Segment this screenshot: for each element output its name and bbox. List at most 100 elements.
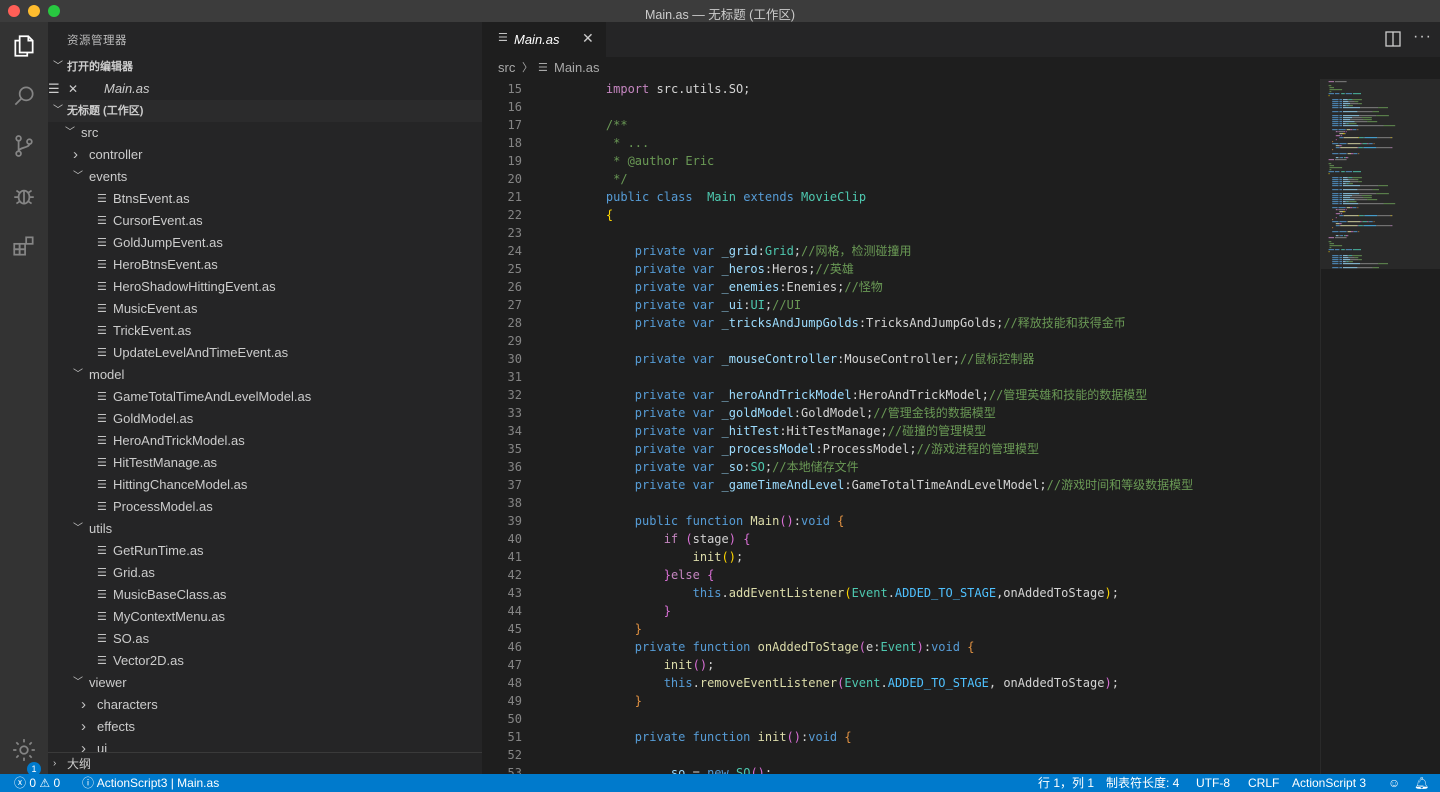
open-editors-header[interactable]: ﹀ 打开的编辑器 [48, 56, 482, 78]
minimap-token [1332, 257, 1339, 259]
extensions-button[interactable] [0, 222, 48, 270]
code-token: ; [1111, 676, 1119, 690]
minimap-token [1343, 125, 1359, 127]
outline-label: 大纲 [67, 757, 92, 771]
debug-button[interactable] [0, 172, 48, 220]
tab-size[interactable]: 制表符长度: 4 [1106, 774, 1179, 792]
language-info[interactable]: ⓘ ActionScript3 | Main.as [82, 774, 219, 792]
minimap-token [1372, 189, 1379, 191]
tree-file-item[interactable]: ☰ GameTotalTimeAndLevelModel.as [48, 386, 482, 408]
tab-main-as[interactable]: ☰ Main.as ✕ [482, 22, 606, 57]
minimap-token [1346, 201, 1349, 203]
minimap-token [1332, 149, 1334, 151]
tree-file-item[interactable]: ☰ CursorEvent.as [48, 210, 482, 232]
tree-file-item[interactable]: ☰ HeroAndTrickModel.as [48, 430, 482, 452]
minimap-token [1332, 231, 1339, 233]
code-editor[interactable]: 15 import src.utils.SO; 16 17 /** 18 * ... 1… [482, 79, 1320, 774]
code-token: Event [844, 676, 881, 690]
tree-file-item[interactable]: ☰ SO.as [48, 628, 482, 650]
outline-header[interactable]: › 大纲 [48, 752, 482, 774]
line-ending[interactable]: CRLF [1248, 774, 1279, 792]
tree-file-item[interactable]: ☰ GoldJumpEvent.as [48, 232, 482, 254]
tree-file-item[interactable]: ☰ MusicBaseClass.as [48, 584, 482, 606]
minimap-token [1332, 203, 1339, 205]
tree-file-item[interactable]: ☰ UpdateLevelAndTimeEvent.as [48, 342, 482, 364]
minimap-token [1339, 115, 1343, 117]
problems-indicator[interactable]: ⓧ 0 ⚠ 0 [14, 774, 60, 792]
more-actions-icon[interactable]: ··· [1413, 28, 1432, 46]
tree-folder-item[interactable]: ﹀ src [48, 122, 482, 144]
manage-button[interactable]: 1 [0, 726, 48, 776]
bell-icon[interactable]: 🔔︎ [1414, 774, 1429, 792]
language-mode[interactable]: ActionScript 3 [1292, 774, 1366, 792]
code-token: function [692, 640, 751, 654]
tree-item-label: HeroShadowHittingEvent.as [113, 279, 276, 294]
error-icon: ⓧ [14, 776, 27, 790]
minimap-token [1358, 103, 1362, 105]
tree-file-item[interactable]: ☰ HeroShadowHittingEvent.as [48, 276, 482, 298]
close-icon[interactable]: ✕ [68, 78, 78, 100]
tree-folder-item[interactable]: ﹀ model [48, 364, 482, 386]
source-control-button[interactable] [0, 122, 48, 170]
tree-file-item[interactable]: ☰ MusicEvent.as [48, 298, 482, 320]
code-line: 23 [482, 224, 1320, 242]
tree-folder-item[interactable]: › characters [48, 694, 482, 716]
minimap-token [1369, 221, 1373, 223]
tree-file-item[interactable]: ☰ GetRunTime.as [48, 540, 482, 562]
tree-file-item[interactable]: ☰ Grid.as [48, 562, 482, 584]
workspace-header[interactable]: ﹀ 无标题 (工作区) [48, 100, 482, 122]
breadcrumb-file[interactable]: Main.as [554, 57, 600, 79]
line-number: 45 [507, 622, 522, 636]
minimap-token [1335, 217, 1337, 219]
search-button[interactable] [0, 72, 48, 120]
tree-folder-item[interactable]: ﹀ events [48, 166, 482, 188]
tree-file-item[interactable]: ☰ HeroBtnsEvent.as [48, 254, 482, 276]
tree-file-item[interactable]: ☰ HitTestManage.as [48, 452, 482, 474]
minimap-token [1329, 245, 1343, 247]
code-token: public [605, 190, 650, 204]
file-icon: ☰ [48, 81, 60, 96]
breadcrumb-folder[interactable]: src [498, 57, 515, 79]
tree-file-item[interactable]: ☰ ProcessModel.as [48, 496, 482, 518]
tree-file-item[interactable]: ☰ GoldModel.as [48, 408, 482, 430]
encoding[interactable]: UTF-8 [1196, 774, 1230, 792]
minimap-token [1332, 117, 1339, 119]
cursor-position[interactable]: 行 1，列 1 [1038, 774, 1094, 792]
close-tab-icon[interactable]: ✕ [582, 30, 594, 47]
minimap-token [1339, 183, 1343, 185]
tree-file-item[interactable]: ☰ HittingChanceModel.as [48, 474, 482, 496]
minimap[interactable] [1320, 79, 1440, 774]
tree-file-item[interactable]: ☰ TrickEvent.as [48, 320, 482, 342]
minimap-token [1343, 185, 1361, 187]
code-token: * @author Eric [577, 154, 715, 168]
tree-folder-item[interactable]: ﹀ utils [48, 518, 482, 540]
tree-file-item[interactable]: ☰ Vector2D.as [48, 650, 482, 672]
minimap-token [1352, 99, 1353, 101]
minimap-token [1345, 183, 1347, 185]
tree-folder-item[interactable]: › controller [48, 144, 482, 166]
code-line: 40 if (stage) { [482, 530, 1320, 548]
minimap-token [1332, 179, 1339, 181]
minimap-token [1343, 133, 1345, 135]
minimap-token [1332, 195, 1339, 197]
tree-file-item[interactable]: ☰ MyContextMenu.as [48, 606, 482, 628]
tree-folder-item[interactable]: › effects [48, 716, 482, 738]
tree-file-item[interactable]: ☰ BtnsEvent.as [48, 188, 482, 210]
code-token: ; [1111, 586, 1119, 600]
code-token: } [663, 568, 671, 582]
code-text: * ... [577, 134, 649, 152]
minimap-token [1343, 177, 1348, 179]
tree-folder-item[interactable]: ﹀ viewer [48, 672, 482, 694]
code-token: Main [707, 190, 736, 204]
code-line: 21 public class Main extends MovieClip [482, 188, 1320, 206]
code-token: private [634, 424, 686, 438]
open-editor-item[interactable]: ✕ ☰ Main.as [48, 78, 482, 100]
split-editor-icon[interactable] [1384, 30, 1402, 48]
minimap-token [1358, 225, 1363, 227]
feedback-icon[interactable]: ☺ [1388, 774, 1400, 792]
tree-folder-item[interactable]: › ui [48, 738, 482, 752]
explorer-button[interactable] [0, 22, 48, 70]
